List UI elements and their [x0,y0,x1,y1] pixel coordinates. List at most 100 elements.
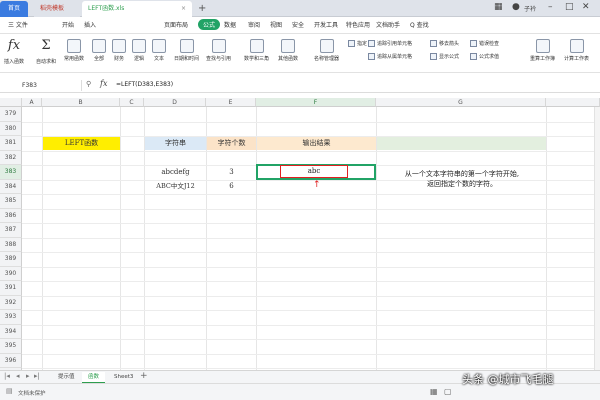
minimize-icon[interactable]: – [548,2,553,12]
note-line-2[interactable]: 返回指定个数的字符。 [378,179,546,189]
row-header-389[interactable]: 389 [0,252,22,267]
sheet-tab-sheet3[interactable]: Sheet3 [108,372,139,383]
view-page-icon[interactable]: ▢ [444,387,452,396]
menu-view[interactable]: 视图 [270,20,282,29]
search-icon[interactable]: ⚲ [86,80,91,88]
view-normal-icon[interactable]: ▦ [430,387,438,396]
add-sheet-icon[interactable]: + [140,371,148,381]
column-header-e[interactable]: E [206,98,256,107]
row-header-393[interactable]: 393 [0,310,22,325]
string-cell-d383[interactable]: abcdefg [145,166,206,180]
column-header-c[interactable]: C [120,98,144,107]
avatar[interactable]: ● [512,2,520,12]
name-manager-button[interactable]: 名称管理器 [314,39,339,62]
row-header-381[interactable]: 381 [0,136,22,151]
column-header-f[interactable]: F [256,98,376,107]
header-result-cell[interactable]: 输出结果 [257,136,376,150]
autosum-button[interactable]: Σ 自动求和 [36,38,56,65]
close-window-icon[interactable]: ✕ [582,2,590,12]
sheet-tab-function[interactable]: 函数 [82,372,106,383]
fx-button[interactable]: fx [100,79,107,88]
maximize-icon[interactable]: □ [565,2,574,12]
result-cell-f383[interactable]: abc [280,165,348,178]
next-sheet-icon[interactable]: ▸ [26,372,30,380]
note-line-1[interactable]: 从一个文本字符串的第一个字符开始, [378,169,546,179]
column-header-b[interactable]: B [42,98,120,107]
header-note-cell[interactable] [377,136,546,150]
common-functions-button[interactable]: 常用函数 [64,39,84,62]
insert-function-button[interactable]: fx 插入函数 [4,38,24,65]
row-header-382[interactable]: 382 [0,150,22,165]
logical-button[interactable]: 逻辑 [132,39,146,62]
header-string-cell[interactable]: 字符串 [145,136,206,150]
row-header-385[interactable]: 385 [0,194,22,209]
menu-home[interactable]: 开始 [62,20,74,29]
other-functions-button[interactable]: 其他函数 [278,39,298,62]
column-header-d[interactable]: D [144,98,206,107]
column-header-a[interactable]: A [22,98,42,107]
row-header-388[interactable]: 388 [0,237,22,252]
row-header-394[interactable]: 394 [0,324,22,339]
sigma-icon: Σ [41,38,51,53]
menu-search[interactable]: Q 查找 [410,20,429,29]
spreadsheet-grid[interactable]: A B C D E F G 379 380 381 382 383 384 38… [0,98,600,370]
menu-review[interactable]: 审阅 [248,20,260,29]
workbook-tab[interactable]: LEFT函数.xls × [82,1,192,17]
lookup-button[interactable]: 查找与引用 [206,39,231,62]
define-button[interactable]: 指定 [348,40,367,47]
evaluate-formula-button[interactable]: 公式求值 [470,53,499,60]
menu-features[interactable]: 特色应用 [346,20,370,29]
template-tab[interactable]: 稻壳模板 [34,1,80,17]
fx-icon: fx [7,38,21,53]
menu-file[interactable]: 三 文件 [8,20,28,29]
row-header-386[interactable]: 386 [0,208,22,223]
remove-arrows-button[interactable]: 移去箭头 [430,40,459,47]
row-header-392[interactable]: 392 [0,295,22,310]
close-tab-icon[interactable]: × [181,1,186,17]
math-button[interactable]: 数学和三角 [244,39,269,62]
name-box[interactable]: F383 [22,80,82,91]
row-header-387[interactable]: 387 [0,223,22,238]
home-tab[interactable]: 首页 [0,1,28,17]
column-header-g[interactable]: G [376,98,546,107]
vertical-scrollbar[interactable] [594,107,600,370]
count-cell-e383[interactable]: 3 [207,166,256,180]
trace-dependents-button[interactable]: 追踪从属单元格 [368,53,412,60]
row-header-383[interactable]: 383 [0,165,22,180]
menu-formulas[interactable]: 公式 [198,19,221,30]
menu-insert[interactable]: 插入 [84,20,96,29]
financial-button[interactable]: 财务 [112,39,126,62]
first-sheet-icon[interactable]: |◂ [4,372,10,380]
error-check-button[interactable]: 错误检查 [470,40,499,47]
menu-page-layout[interactable]: 页面布局 [164,20,188,29]
row-header-380[interactable]: 380 [0,121,22,136]
datetime-button[interactable]: 日期和时间 [174,39,199,62]
trace-precedents-button[interactable]: 追踪引用单元格 [368,40,412,47]
row-header-384[interactable]: 384 [0,179,22,194]
new-tab-button[interactable]: + [198,3,206,14]
grid-icon[interactable]: ▦ [494,2,503,12]
select-all-corner[interactable] [0,98,22,107]
sheet-tab-hint[interactable]: 提示值 [52,372,81,383]
count-cell-e384[interactable]: 6 [207,180,256,194]
show-formulas-button[interactable]: 显示公式 [430,53,459,60]
recalc-workbook-button[interactable]: 重算工作簿 [530,39,555,62]
menu-doc-assistant[interactable]: 文档助手 [376,20,400,29]
header-count-cell[interactable]: 字符个数 [207,136,256,150]
title-cell[interactable]: LEFT函数 [43,136,120,150]
all-functions-button[interactable]: 全部 [92,39,106,62]
string-cell-d384[interactable]: ABC中文J12 [145,180,206,194]
menu-data[interactable]: 数据 [224,20,236,29]
row-header-391[interactable]: 391 [0,281,22,296]
menu-developer[interactable]: 开发工具 [314,20,338,29]
text-button[interactable]: 文本 [152,39,166,62]
last-sheet-icon[interactable]: ▸| [34,372,40,380]
row-header-395[interactable]: 395 [0,339,22,354]
row-header-390[interactable]: 390 [0,266,22,281]
row-header-379[interactable]: 379 [0,107,22,122]
prev-sheet-icon[interactable]: ◂ [16,372,20,380]
formula-input[interactable]: =LEFT(D383,E383) [116,81,173,88]
menu-security[interactable]: 安全 [292,20,304,29]
row-header-396[interactable]: 396 [0,353,22,368]
calc-sheet-button[interactable]: 计算工作表 [564,39,589,62]
